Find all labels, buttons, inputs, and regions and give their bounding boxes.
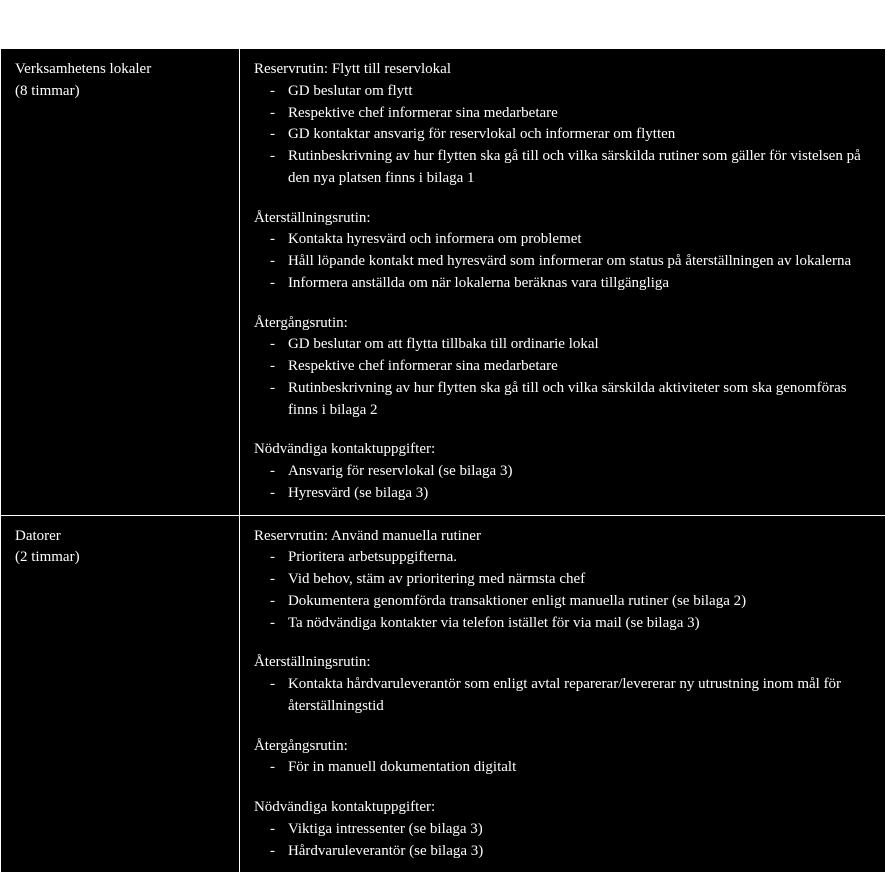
section-list: Ansvarig för reservlokal (se bilaga 3)Hy… [254, 461, 871, 505]
section-list: GD beslutar om att flytta tillbaka till … [254, 334, 871, 421]
section-list: GD beslutar om flyttRespektive chef info… [254, 81, 871, 190]
resource-label: Datorer [15, 528, 61, 544]
table-row: Verksamhetens lokaler (8 timmar) Reservrut… [1, 49, 886, 516]
resource-label: Verksamhetens lokaler [15, 61, 151, 77]
routine-section: Återgångsrutin:För in manuell dokumentat… [254, 736, 871, 780]
section-heading: Nödvändiga kontaktuppgifter: [254, 439, 871, 461]
list-item: GD beslutar om flytt [254, 81, 871, 103]
list-item: Kontakta hårdvaruleverantör som enligt a… [254, 674, 871, 718]
routines-table: Verksamhetens lokaler (8 timmar) Reservrut… [0, 48, 886, 873]
section-heading: Återgångsrutin: [254, 736, 871, 758]
section-list: För in manuell dokumentation digitalt [254, 757, 871, 779]
routine-section: Reservrutin: Använd manuella rutinerPrio… [254, 526, 871, 635]
routine-section: Återgångsrutin:GD beslutar om att flytta… [254, 313, 871, 422]
section-heading: Reservrutin: Använd manuella rutiner [254, 526, 871, 548]
section-list: Kontakta hyresvärd och informera om prob… [254, 229, 871, 294]
routines-cell: Reservrutin: Använd manuella rutinerPrio… [239, 515, 885, 873]
section-list: Viktiga intressenter (se bilaga 3)Hårdva… [254, 819, 871, 863]
routine-section: Nödvändiga kontaktuppgifter:Ansvarig för… [254, 439, 871, 504]
header-blank-area [0, 0, 886, 48]
resource-cell: Datorer (2 timmar) [1, 515, 240, 873]
routine-section: Reservrutin: Flytt till reservlokalGD be… [254, 59, 871, 190]
list-item: Hårdvaruleverantör (se bilaga 3) [254, 841, 871, 863]
section-heading: Återgångsrutin: [254, 313, 871, 335]
list-item: GD beslutar om att flytta tillbaka till … [254, 334, 871, 356]
list-item: GD kontaktar ansvarig för reservlokal oc… [254, 124, 871, 146]
section-heading: Återställningsrutin: [254, 652, 871, 674]
section-list: Kontakta hårdvaruleverantör som enligt a… [254, 674, 871, 718]
section-list: Prioritera arbetsuppgifterna.Vid behov, … [254, 547, 871, 634]
list-item: Viktiga intressenter (se bilaga 3) [254, 819, 871, 841]
routine-section: Återställningsrutin:Kontakta hyresvärd o… [254, 208, 871, 295]
list-item: Hyresvärd (se bilaga 3) [254, 483, 871, 505]
table-body: Verksamhetens lokaler (8 timmar) Reservrut… [1, 49, 886, 873]
list-item: Dokumentera genomförda transaktioner enl… [254, 591, 871, 613]
list-item: Prioritera arbetsuppgifterna. [254, 547, 871, 569]
list-item: Respektive chef informerar sina medarbet… [254, 103, 871, 125]
list-item: Rutinbeskrivning av hur flytten ska gå t… [254, 146, 871, 190]
resource-time: (8 timmar) [15, 81, 225, 103]
list-item: Håll löpande kontakt med hyresvärd som i… [254, 251, 871, 273]
section-heading: Återställningsrutin: [254, 208, 871, 230]
list-item: Informera anställda om när lokalerna ber… [254, 273, 871, 295]
section-heading: Reservrutin: Flytt till reservlokal [254, 59, 871, 81]
list-item: Kontakta hyresvärd och informera om prob… [254, 229, 871, 251]
list-item: Vid behov, stäm av prioritering med närm… [254, 569, 871, 591]
resource-cell: Verksamhetens lokaler (8 timmar) [1, 49, 240, 516]
list-item: Ansvarig för reservlokal (se bilaga 3) [254, 461, 871, 483]
routine-section: Nödvändiga kontaktuppgifter:Viktiga intr… [254, 797, 871, 862]
list-item: Ta nödvändiga kontakter via telefon istä… [254, 613, 871, 635]
list-item: För in manuell dokumentation digitalt [254, 757, 871, 779]
routines-cell: Reservrutin: Flytt till reservlokalGD be… [239, 49, 885, 516]
list-item: Rutinbeskrivning av hur flytten ska gå t… [254, 378, 871, 422]
table-row: Datorer (2 timmar) Reservrutin: Använd man… [1, 515, 886, 873]
resource-time: (2 timmar) [15, 547, 225, 569]
routine-section: Återställningsrutin:Kontakta hårdvarulev… [254, 652, 871, 717]
list-item: Respektive chef informerar sina medarbet… [254, 356, 871, 378]
